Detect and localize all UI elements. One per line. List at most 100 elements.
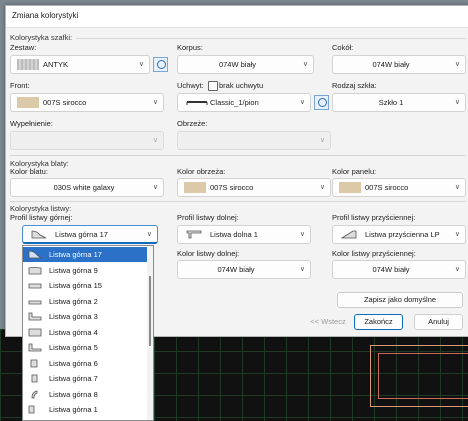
dropdown-item-label: Listwa górna 17 bbox=[49, 250, 102, 259]
chevron-down-icon: ∨ bbox=[454, 184, 460, 191]
canvas-outline-inner bbox=[378, 353, 468, 399]
chevron-down-icon: ∨ bbox=[152, 137, 158, 144]
save-default-button[interactable]: Zapisz jako domyślne bbox=[337, 292, 463, 308]
dropdown-item[interactable]: Listwa górna 1 bbox=[23, 402, 147, 417]
profile-icon bbox=[341, 230, 357, 239]
select-value: 007S sirocco bbox=[43, 98, 87, 107]
divider bbox=[76, 38, 466, 39]
select-value: Classic_1/pion bbox=[210, 98, 259, 107]
section-cabinet: Kolorystyka szafki: bbox=[10, 33, 73, 42]
dropdown-item[interactable]: Listwa górna 15 bbox=[23, 278, 147, 293]
label-kolor-blatu: Kolor blatu: bbox=[10, 167, 48, 176]
dropdown-item-label: Listwa górna 4 bbox=[49, 327, 98, 337]
label-front: Front: bbox=[10, 81, 30, 90]
label-profil-dolny: Profil listwy dolnej: bbox=[177, 213, 239, 222]
uchwyt-select[interactable]: Classic_1/pion ∨ bbox=[177, 93, 311, 112]
no-handle-checkbox[interactable] bbox=[208, 81, 218, 91]
preview-icon[interactable] bbox=[314, 95, 329, 110]
preview-icon[interactable] bbox=[153, 57, 168, 72]
chevron-down-icon: ∨ bbox=[319, 184, 325, 191]
profile-icon bbox=[28, 343, 42, 352]
rodzaj-szkla-select[interactable]: Szkło 1 ∨ bbox=[332, 93, 466, 112]
finish-button[interactable]: Zakończ bbox=[354, 314, 403, 330]
label-zestaw: Zestaw: bbox=[10, 43, 37, 52]
front-select[interactable]: 007S sirocco ∨ bbox=[10, 93, 164, 112]
select-value: 074W biały bbox=[372, 265, 410, 274]
dropdown-item[interactable]: Listwa górna 6 bbox=[23, 356, 147, 371]
dropdown-item[interactable]: Listwa górna 8 bbox=[23, 387, 147, 402]
label-kolor-dolny: Kolor listwy dolnej: bbox=[177, 249, 240, 258]
kolor-obrzeza-select[interactable]: 007S sirocco ∨ bbox=[177, 178, 331, 197]
dropdown-item[interactable]: Listwa górna 5 bbox=[23, 340, 147, 355]
dropdown-item[interactable]: Listwa górna 2 bbox=[23, 294, 147, 309]
profile-icon bbox=[28, 250, 42, 259]
label-profil-przyscienny: Profil listwy przyściennej: bbox=[332, 213, 416, 222]
profile-icon bbox=[186, 230, 202, 239]
cokol-select[interactable]: 074W biały ∨ bbox=[332, 55, 466, 74]
chevron-down-icon: ∨ bbox=[299, 99, 305, 106]
profile-icon bbox=[28, 328, 42, 336]
label-uchwyt: Uchwyt: bbox=[177, 81, 204, 90]
kolor-panelu-select[interactable]: 007S sirocco ∨ bbox=[332, 178, 466, 197]
back-button[interactable]: << Wstecz bbox=[304, 314, 352, 330]
chevron-down-icon: ∨ bbox=[454, 266, 460, 273]
dropdown-item-label: Listwa górna 8 bbox=[49, 389, 98, 399]
label-kolor-obrzeza: Kolor obrzeża: bbox=[177, 167, 226, 176]
label-cokol: Cokół: bbox=[332, 43, 354, 52]
color-swatch bbox=[17, 59, 39, 70]
chevron-down-icon: ∨ bbox=[138, 61, 144, 68]
chevron-down-icon: ∨ bbox=[152, 184, 158, 191]
select-value: Szkło 1 bbox=[378, 98, 404, 107]
label-kolor-przyscienny: Kolor listwy przyściennej: bbox=[332, 249, 416, 258]
dropdown-item[interactable]: Listwa górna 3 bbox=[23, 309, 147, 324]
scrollbar[interactable] bbox=[147, 246, 153, 420]
dropdown-item-label: Listwa górna 15 bbox=[49, 281, 102, 290]
profil-przyscienny-select[interactable]: Listwa przyścienna LP ∨ bbox=[332, 225, 466, 244]
kolor-blatu-select[interactable]: 030S white galaxy ∨ bbox=[10, 178, 164, 197]
profil-gorny-dropdown[interactable]: Listwa górna 17 Listwa górna 9 Listwa górn… bbox=[22, 245, 154, 421]
chevron-down-icon: ∨ bbox=[454, 99, 460, 106]
window-title: Zmiana kolorystyki bbox=[12, 11, 79, 20]
profil-dolny-select[interactable]: Listwa dolna 1 ∨ bbox=[177, 225, 311, 244]
color-swatch bbox=[339, 182, 361, 193]
select-value: 074W biały bbox=[218, 60, 257, 69]
label-rodzaj-szkla: Rodzaj szkła: bbox=[332, 81, 377, 90]
color-swatch bbox=[17, 97, 39, 108]
profil-gorny-select[interactable]: Listwa górna 17 ∨ bbox=[22, 225, 158, 244]
color-swatch bbox=[184, 182, 206, 193]
select-value: ANTYK bbox=[43, 60, 69, 69]
korpus-select[interactable]: 074W biały ∨ bbox=[177, 55, 314, 74]
scrollbar-thumb[interactable] bbox=[149, 276, 151, 346]
wypelnienie-select[interactable]: ∨ bbox=[10, 131, 164, 150]
select-value: 007S sirocco bbox=[210, 183, 254, 192]
chevron-down-icon: ∨ bbox=[319, 137, 325, 144]
profile-icon bbox=[28, 405, 35, 414]
obrzeze-select[interactable]: ∨ bbox=[177, 131, 331, 150]
dropdown-item-label: Listwa górna 6 bbox=[49, 358, 98, 368]
chevron-down-icon: ∨ bbox=[302, 61, 308, 68]
kolor-dolny-select[interactable]: 074W biały ∨ bbox=[177, 260, 311, 279]
zestaw-select[interactable]: ANTYK ∨ bbox=[10, 55, 150, 74]
chevron-down-icon: ∨ bbox=[299, 231, 305, 238]
dropdown-item[interactable]: Listwa górna 7 bbox=[23, 371, 147, 386]
chevron-down-icon: ∨ bbox=[152, 99, 158, 106]
dropdown-item-label: Listwa górna 2 bbox=[49, 296, 98, 306]
handle-icon bbox=[186, 101, 208, 105]
profile-icon bbox=[31, 230, 47, 239]
dropdown-item[interactable]: Listwa górna 4 bbox=[23, 325, 147, 340]
cancel-button[interactable]: Anuluj bbox=[414, 314, 463, 330]
profile-icon bbox=[31, 390, 38, 398]
select-value: 007S sirocco bbox=[365, 183, 409, 192]
dropdown-item[interactable]: Listwa górna 17 bbox=[23, 247, 147, 262]
label-wypelnienie: Wypełnienie: bbox=[10, 119, 53, 128]
dropdown-item[interactable]: Listwa górna 9 bbox=[23, 263, 147, 278]
profile-icon bbox=[28, 312, 42, 321]
no-handle-label: brak uchwytu bbox=[219, 81, 264, 90]
chevron-down-icon: ∨ bbox=[454, 61, 460, 68]
kolor-przyscienny-select[interactable]: 074W biały ∨ bbox=[332, 260, 466, 279]
chevron-down-icon: ∨ bbox=[299, 266, 305, 273]
profile-icon bbox=[31, 374, 38, 383]
label-korpus: Korpus: bbox=[177, 43, 203, 52]
profile-icon bbox=[28, 266, 42, 274]
dropdown-item-label: Listwa górna 1 bbox=[49, 405, 98, 414]
